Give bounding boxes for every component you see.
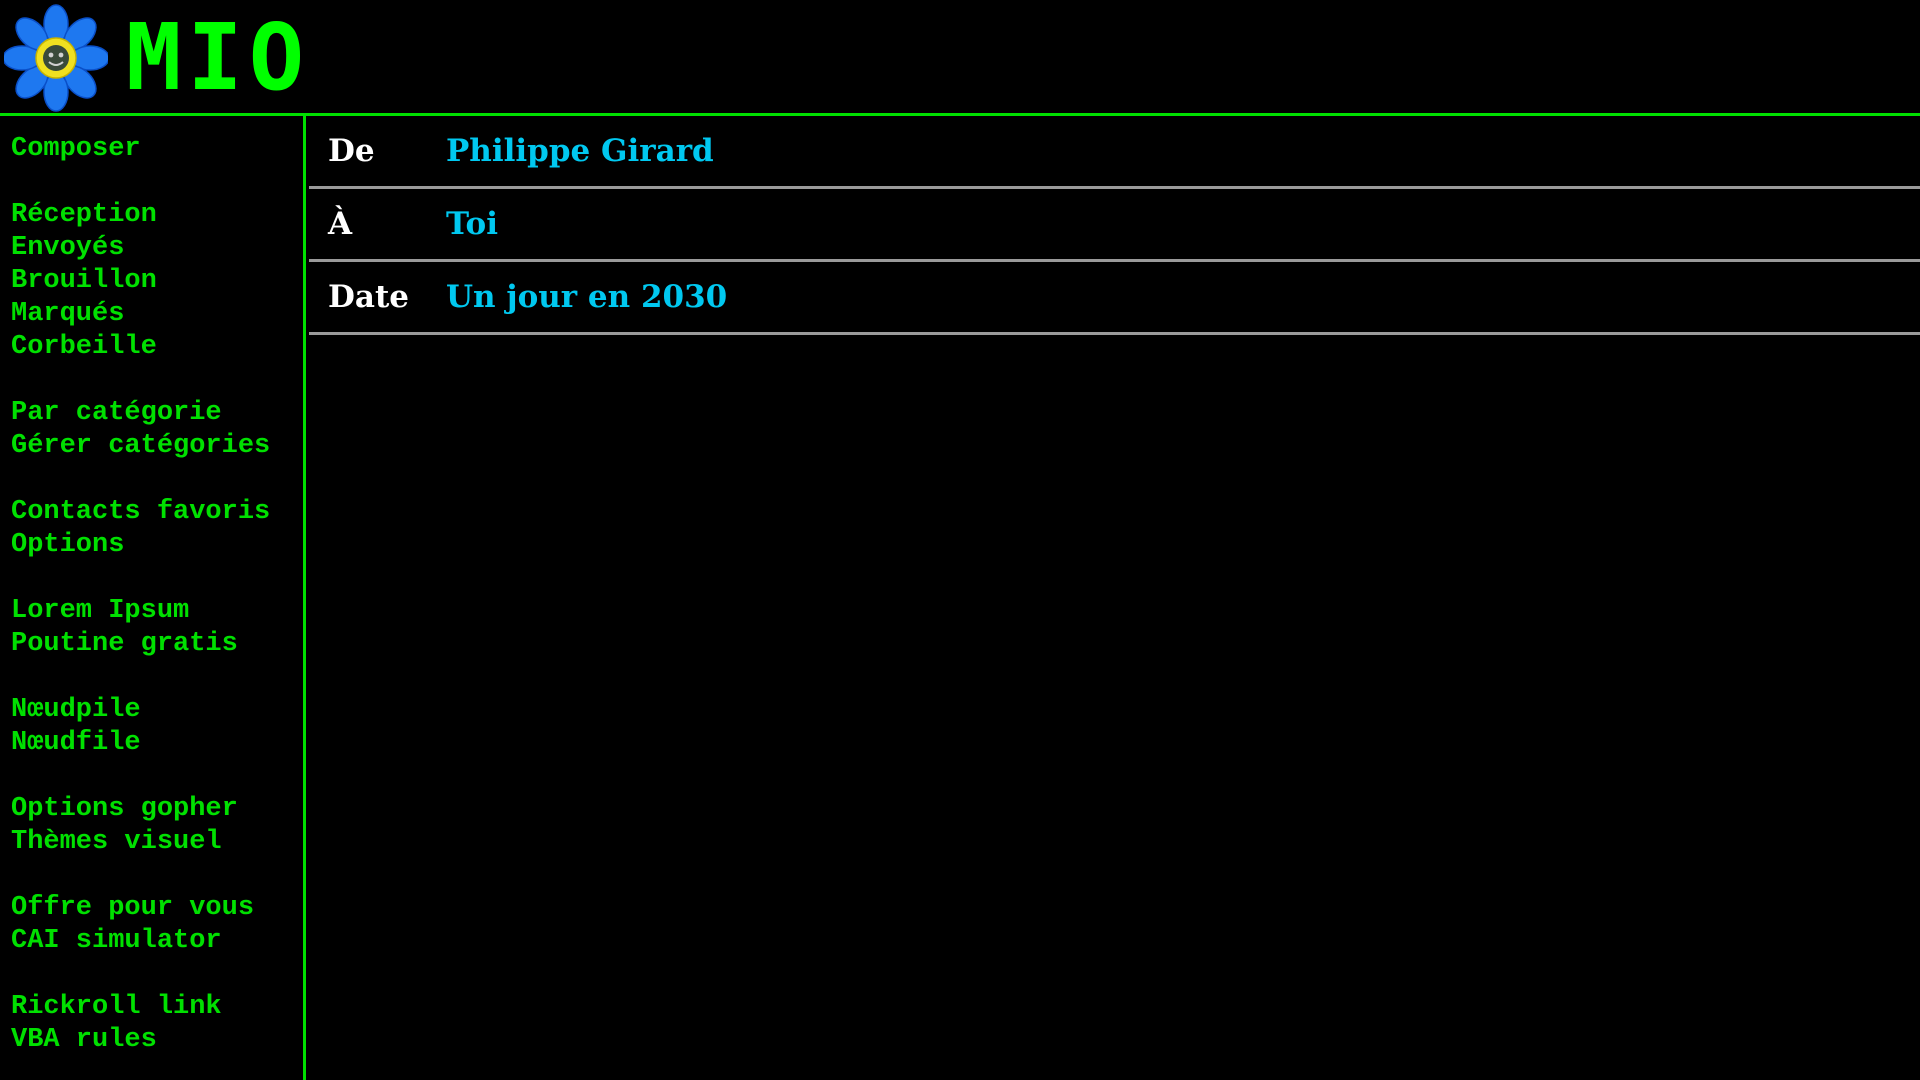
sidebar-item-cai-simulator[interactable]: CAI simulator — [0, 925, 303, 958]
date-label: Date — [328, 279, 410, 315]
sidebar-item-brouillon[interactable]: Brouillon — [0, 265, 303, 298]
from-value: Philippe Girard — [446, 133, 714, 169]
sidebar-item-rickroll-link[interactable]: Rickroll link — [0, 991, 303, 1024]
message-date-row: Date Un jour en 2030 — [309, 262, 1920, 335]
nav-group-compose: Composer — [0, 133, 303, 166]
sidebar-nav: Composer Réception Envoyés Brouillon Mar… — [0, 116, 306, 1080]
sidebar-item-options-gopher[interactable]: Options gopher — [0, 793, 303, 826]
sidebar-item-par-categorie[interactable]: Par catégorie — [0, 397, 303, 430]
to-label: À — [328, 206, 353, 242]
sidebar-item-contacts-favoris[interactable]: Contacts favoris — [0, 496, 303, 529]
nav-group-offers: Offre pour vous CAI simulator — [0, 892, 303, 958]
nav-group-extras: Rickroll link VBA rules — [0, 991, 303, 1057]
sidebar-item-envoyes[interactable]: Envoyés — [0, 232, 303, 265]
sidebar-item-reception[interactable]: Réception — [0, 199, 303, 232]
nav-group-folders: Réception Envoyés Brouillon Marqués Corb… — [0, 199, 303, 364]
nav-group-misc: Lorem Ipsum Poutine gratis — [0, 595, 303, 661]
sidebar-item-poutine-gratis[interactable]: Poutine gratis — [0, 628, 303, 661]
sidebar-item-marques[interactable]: Marqués — [0, 298, 303, 331]
sidebar-item-noeudpile[interactable]: Nœudpile — [0, 694, 303, 727]
sidebar-item-gerer-categories[interactable]: Gérer catégories — [0, 430, 303, 463]
sidebar-item-lorem-ipsum[interactable]: Lorem Ipsum — [0, 595, 303, 628]
app-title: MIO — [126, 4, 311, 111]
from-label: De — [328, 133, 375, 169]
nav-group-settings: Contacts favoris Options — [0, 496, 303, 562]
nav-group-nodes: Nœudpile Nœudfile — [0, 694, 303, 760]
nav-group-gopher: Options gopher Thèmes visuel — [0, 793, 303, 859]
sidebar-item-themes-visuel[interactable]: Thèmes visuel — [0, 826, 303, 859]
sidebar-item-options[interactable]: Options — [0, 529, 303, 562]
message-view: De Philippe Girard À Toi Date Un jour en… — [309, 116, 1920, 1080]
sidebar-item-corbeille[interactable]: Corbeille — [0, 331, 303, 364]
sidebar-item-noeudfile[interactable]: Nœudfile — [0, 727, 303, 760]
sidebar-item-offre-pour-vous[interactable]: Offre pour vous — [0, 892, 303, 925]
nav-group-categories: Par catégorie Gérer catégories — [0, 397, 303, 463]
flower-icon[interactable] — [4, 4, 108, 112]
message-from-row: De Philippe Girard — [309, 116, 1920, 189]
app-header: MIO — [0, 0, 1920, 116]
message-to-row: À Toi — [309, 189, 1920, 262]
date-value: Un jour en 2030 — [446, 279, 728, 315]
to-value: Toi — [446, 206, 498, 242]
sidebar-item-composer[interactable]: Composer — [0, 133, 303, 166]
sidebar-item-vba-rules[interactable]: VBA rules — [0, 1024, 303, 1057]
